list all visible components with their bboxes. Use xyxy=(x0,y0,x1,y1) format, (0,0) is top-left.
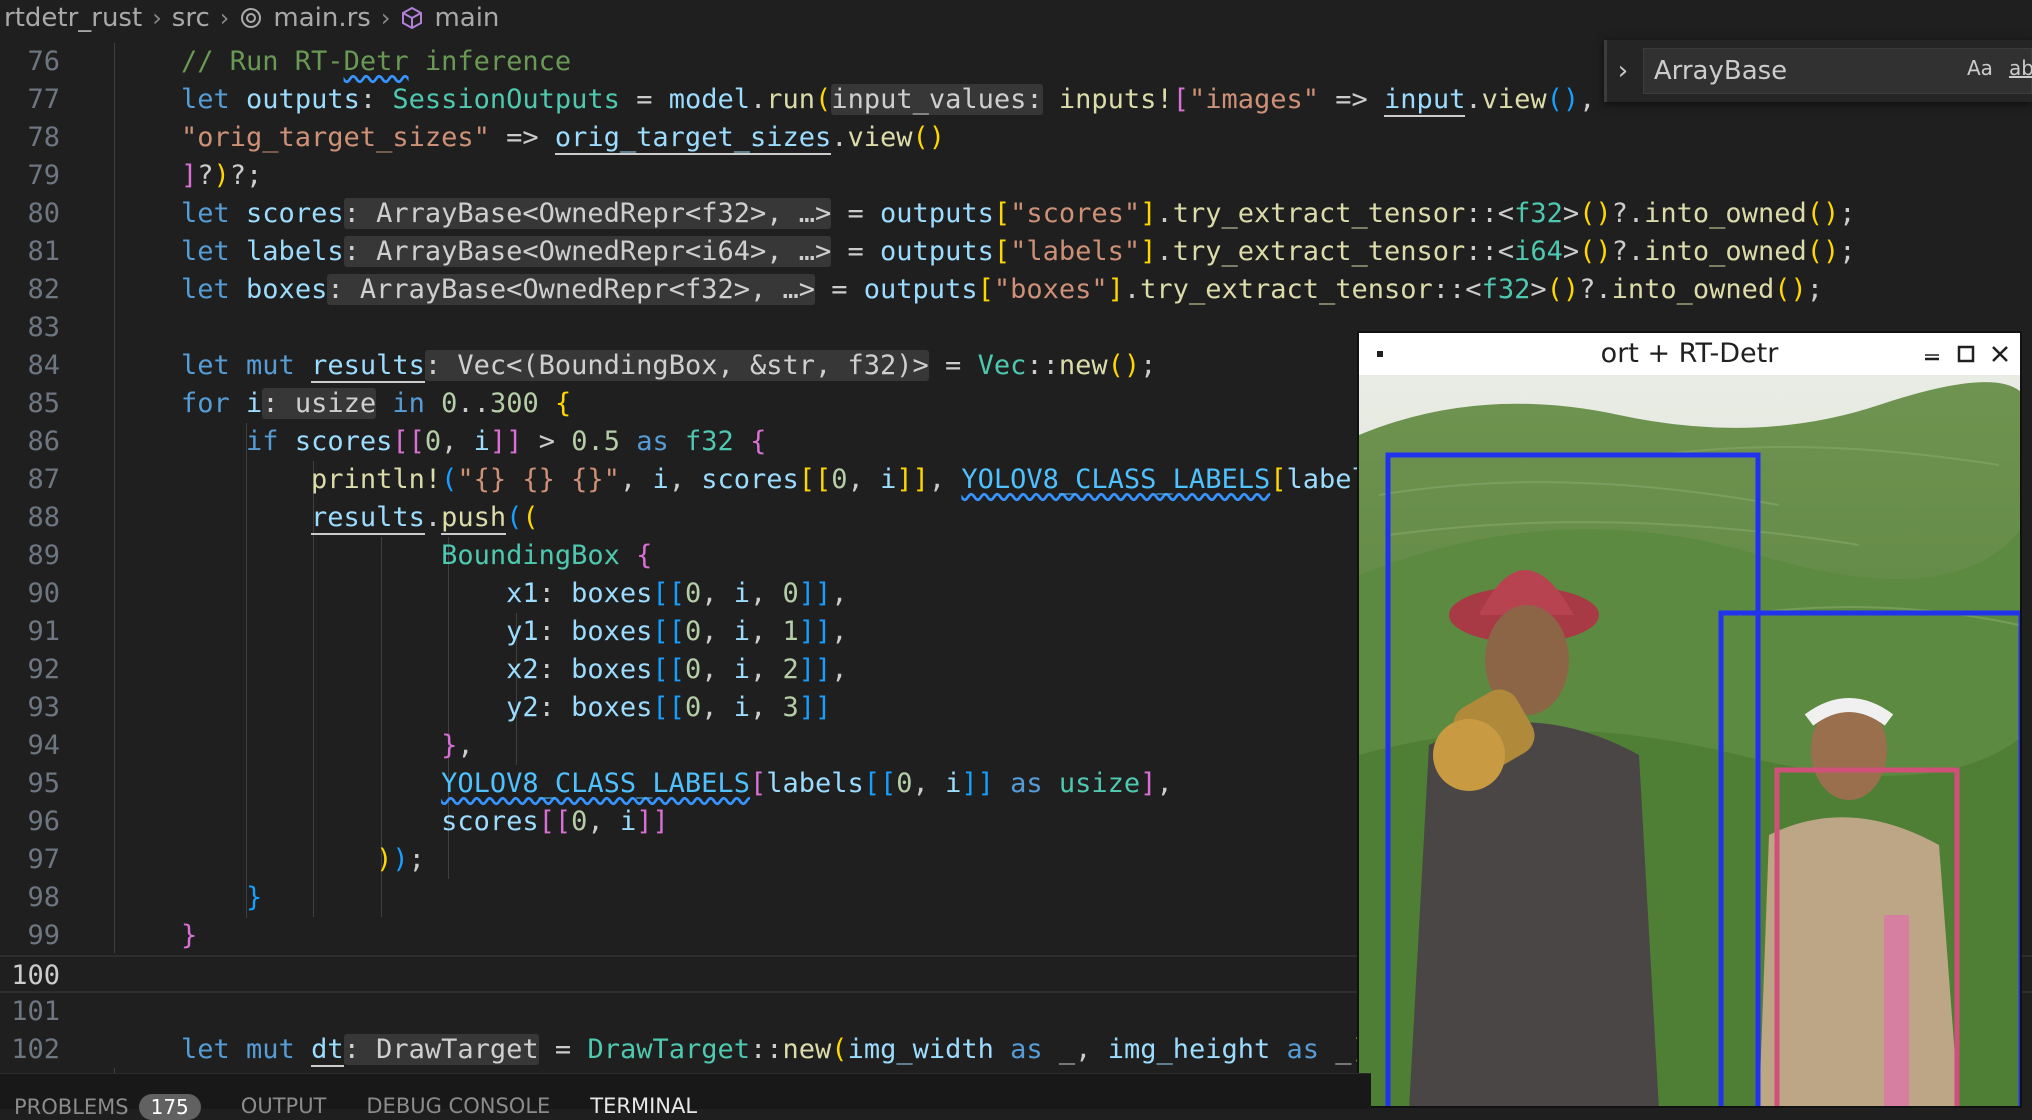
line-number: 98 xyxy=(27,882,60,913)
line-number: 99 xyxy=(27,920,60,951)
line-number: 91 xyxy=(27,616,60,647)
line-number: 93 xyxy=(27,692,60,723)
line-number: 77 xyxy=(27,84,60,115)
image-window[interactable]: ort + RT-Detr xyxy=(1357,331,2022,1108)
line-number: 80 xyxy=(27,198,60,229)
line-number: 79 xyxy=(27,160,60,191)
chevron-right-icon: › xyxy=(152,4,162,32)
breadcrumb-folder[interactable]: src xyxy=(172,3,210,33)
line-content: for i: usize in 0..300 { xyxy=(181,388,572,419)
code-line: 78 "orig_target_sizes" => orig_target_siz… xyxy=(0,119,2032,157)
line-content: } xyxy=(246,882,263,913)
line-content: println!("{} {} {}", i, scores[[0, i]], … xyxy=(311,464,1385,495)
line-content: let boxes: ArrayBase<OwnedRepr<f32>, …> … xyxy=(181,274,1823,305)
line-number: 85 xyxy=(27,388,60,419)
line-content: scores[[0, i]] xyxy=(441,806,669,837)
line-content: let outputs: SessionOutputs = model.run(… xyxy=(181,84,1596,117)
line-content: "orig_target_sizes" => orig_target_sizes… xyxy=(181,122,946,155)
window-titlebar[interactable]: ort + RT-Detr xyxy=(1359,333,2020,375)
line-number: 90 xyxy=(27,578,60,609)
line-number: 82 xyxy=(27,274,60,305)
code-line: 82 let boxes: ArrayBase<OwnedRepr<f32>, …… xyxy=(0,271,2032,309)
find-widget: › ArrayBase Aa ab xyxy=(1604,40,2032,102)
line-number: 84 xyxy=(27,350,60,381)
line-content: // Run RT-Detr inference xyxy=(181,46,572,77)
rust-file-icon xyxy=(241,8,262,28)
line-content: } xyxy=(181,920,198,951)
find-query: ArrayBase xyxy=(1653,56,1788,86)
line-content: y2: boxes[[0, i, 3]] xyxy=(506,692,832,723)
line-number: 88 xyxy=(27,502,60,533)
line-content: let labels: ArrayBase<OwnedRepr<i64>, …>… xyxy=(181,236,1856,267)
line-number: 87 xyxy=(27,464,60,495)
line-number: 97 xyxy=(27,844,60,875)
line-number: 100 xyxy=(11,960,60,991)
line-number: 89 xyxy=(27,540,60,571)
line-number: 96 xyxy=(27,806,60,837)
line-number: 78 xyxy=(27,122,60,153)
tab-terminal-label: TERMINAL xyxy=(590,1094,698,1118)
breadcrumb: rtdetr_rust › src › main.rs › main xyxy=(0,0,2032,36)
symbol-method-icon xyxy=(402,6,423,30)
window-title: ort + RT-Detr xyxy=(1600,338,1779,369)
line-number: 83 xyxy=(27,312,60,343)
line-number: 94 xyxy=(27,730,60,761)
window-menu-icon[interactable] xyxy=(1377,351,1383,357)
tab-output[interactable]: OUTPUT xyxy=(241,1074,327,1118)
toggle-replace-icon[interactable]: › xyxy=(1611,56,1635,86)
maximize-icon[interactable] xyxy=(1956,344,1976,364)
line-content: x1: boxes[[0, i, 0]], xyxy=(506,578,848,609)
chevron-right-icon: › xyxy=(219,4,230,32)
whole-word-toggle[interactable]: ab xyxy=(2009,56,2032,80)
line-number: 102 xyxy=(11,1034,60,1065)
match-case-toggle[interactable]: Aa xyxy=(1967,56,1993,80)
line-number: 76 xyxy=(27,46,60,77)
line-content: ]?)?; xyxy=(181,160,263,191)
close-icon[interactable] xyxy=(1990,344,2010,364)
window-controls xyxy=(1922,333,2010,375)
panel-tabs: PROBLEMS 175 OUTPUT DEBUG CONSOLE TERMINA… xyxy=(0,1073,1371,1120)
tab-output-label: OUTPUT xyxy=(240,1094,327,1118)
line-number: 86 xyxy=(27,426,60,457)
line-content: x2: boxes[[0, i, 2]], xyxy=(506,654,848,685)
line-number: 95 xyxy=(27,768,60,799)
breadcrumb-project[interactable]: rtdetr_rust xyxy=(4,3,142,33)
line-content: YOLOV8_CLASS_LABELS[labels[[0, i]] as us… xyxy=(441,768,1173,799)
code-line: 80 let scores: ArrayBase<OwnedRepr<f32>, … xyxy=(0,195,2032,233)
breadcrumb-symbol[interactable]: main xyxy=(434,3,499,33)
line-number: 101 xyxy=(11,996,60,1027)
breadcrumb-file[interactable]: main.rs xyxy=(273,3,370,33)
line-content: )); xyxy=(376,844,425,875)
tab-debug-console[interactable]: DEBUG CONSOLE xyxy=(366,1074,550,1118)
line-number: 92 xyxy=(27,654,60,685)
minimize-icon[interactable] xyxy=(1922,344,1942,364)
line-content: results.push(( xyxy=(311,502,539,535)
line-content: BoundingBox { xyxy=(441,540,653,571)
tab-problems-label: PROBLEMS xyxy=(14,1095,129,1119)
line-content: if scores[[0, i]] > 0.5 as f32 { xyxy=(246,426,767,457)
line-content: y1: boxes[[0, i, 1]], xyxy=(506,616,848,647)
line-content: let mut results: Vec<(BoundingBox, &str,… xyxy=(181,350,1157,383)
tab-debug-console-label: DEBUG CONSOLE xyxy=(366,1094,551,1118)
line-content: }, xyxy=(441,730,474,761)
code-line: 79]?)?; xyxy=(0,157,2032,195)
detection-image xyxy=(1359,375,2020,1106)
chevron-right-icon: › xyxy=(380,4,391,32)
code-line: 81 let labels: ArrayBase<OwnedRepr<i64>, … xyxy=(0,233,2032,271)
line-number: 81 xyxy=(27,236,60,267)
tab-problems[interactable]: PROBLEMS 175 xyxy=(14,1074,201,1120)
line-content: let mut dt: DrawTarget = DrawTarget::new… xyxy=(181,1034,1384,1067)
tab-terminal[interactable]: TERMINAL xyxy=(590,1074,697,1118)
line-content: let scores: ArrayBase<OwnedRepr<f32>, …>… xyxy=(181,198,1856,229)
problems-count-badge: 175 xyxy=(138,1094,201,1120)
